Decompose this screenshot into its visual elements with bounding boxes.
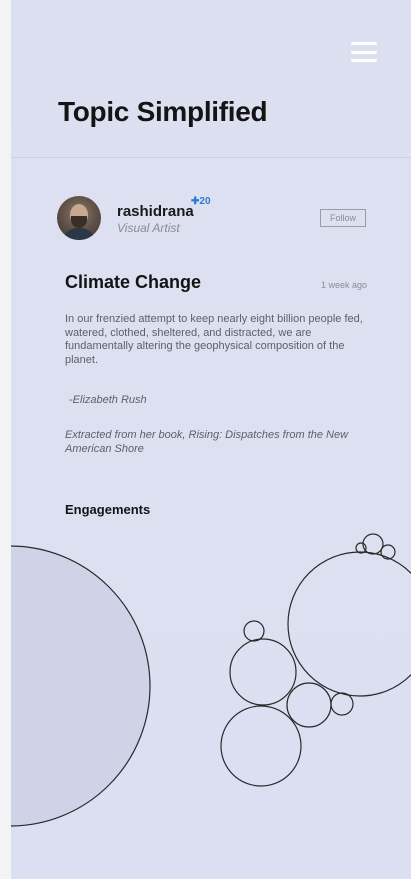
engagement-bubble[interactable] [229, 638, 297, 706]
app-screen: Topic Simplified rashidrana ✚20 Visual A… [11, 0, 411, 879]
engagement-bubble-large[interactable] [11, 545, 151, 827]
engagement-bubble[interactable] [330, 692, 354, 716]
left-edge-strip [0, 0, 11, 879]
engagement-bubbles [11, 533, 411, 827]
engagement-bubble[interactable] [243, 620, 265, 642]
engagement-bubble[interactable] [362, 533, 384, 555]
engagement-bubble[interactable] [287, 551, 411, 697]
engagement-bubble[interactable] [380, 544, 396, 560]
engagement-bubble[interactable] [220, 705, 302, 787]
engagement-bubble[interactable] [286, 682, 332, 728]
